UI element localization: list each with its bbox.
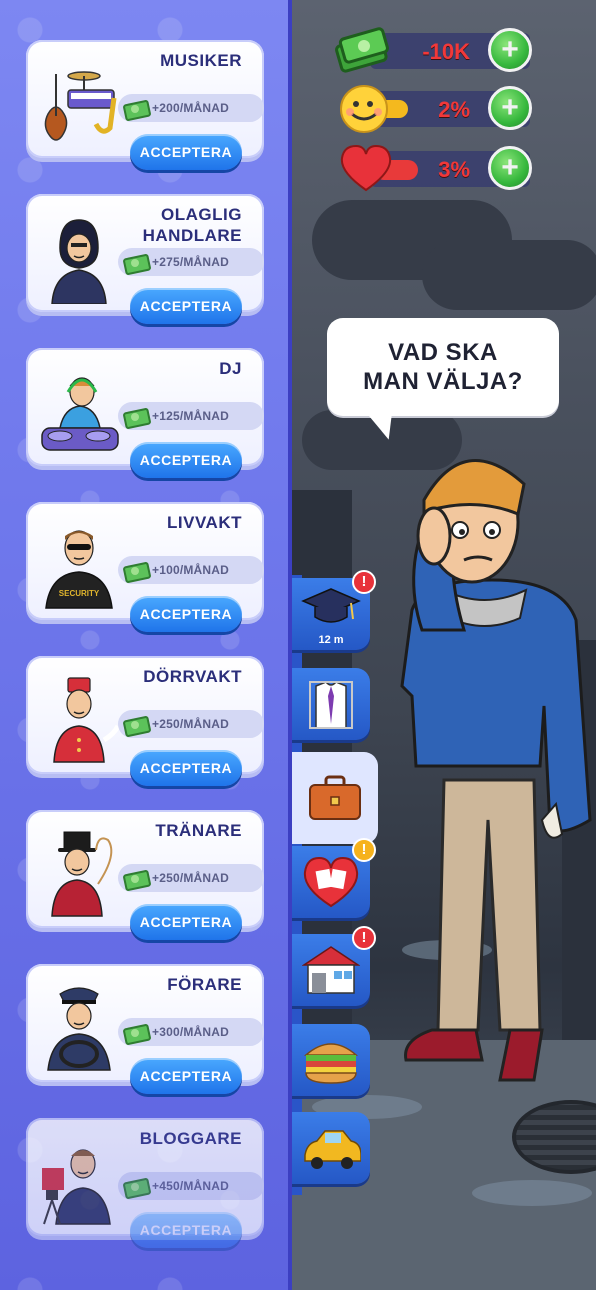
car-icon [304, 1130, 361, 1169]
security-badge-text: SECURITY [59, 589, 100, 598]
job-title: DÖRRVAKT [143, 667, 242, 686]
money-stat-bar: -10K + [370, 28, 532, 72]
tab-education[interactable]: 12 m ! [292, 570, 376, 650]
salary-pill: +450/MÅNAD [118, 1172, 264, 1200]
alert-badge: ! [352, 570, 376, 594]
education-timer: 12 m [318, 634, 344, 646]
alert-badge: ! [352, 838, 376, 862]
job-title: DJ [219, 359, 242, 378]
driver-portrait-icon [47, 987, 111, 1071]
cash-icon [124, 99, 148, 117]
cash-icon [124, 253, 148, 271]
heart-photos-icon [303, 856, 359, 908]
job-title: FÖRARE [167, 975, 242, 994]
bodyguard-portrait-icon: SECURITY [45, 530, 113, 609]
salary-text: +200/MÅNAD [152, 101, 230, 115]
job-list-panel[interactable]: MUSIKER +200/MÅNAD ACCEPTERA OLAGLIG HAN… [0, 0, 292, 1290]
sandwich-icon [304, 1043, 358, 1084]
add-happiness-button[interactable]: + [488, 86, 532, 130]
salary-pill: +250/MÅNAD [118, 710, 264, 738]
tab-relationships[interactable]: ! [292, 838, 376, 918]
job-card-bloggare: BLOGGARE +450/MÅNAD ACCEPTERA [26, 1118, 264, 1248]
shirt-icon [309, 681, 353, 729]
cash-icon [124, 715, 148, 733]
accept-button-dorrvakt[interactable]: ACCEPTERA [130, 750, 242, 786]
salary-text: +450/MÅNAD [152, 1179, 230, 1193]
house-icon [302, 946, 360, 994]
job-card-olaglig-handlare: OLAGLIG HANDLARE +275/MÅNAD ACCEPTERA [26, 194, 264, 324]
job-title: OLAGLIG HANDLARE [142, 205, 242, 245]
health-value: 3% [438, 157, 470, 182]
job-card-livvakt: SECURITY LIVVAKT +100/MÅNAD ACCEPTERA [26, 502, 264, 632]
salary-pill: +275/MÅNAD [118, 248, 264, 276]
speech-line-2: MAN VÄLJA? [363, 368, 523, 395]
accept-button-olaglig-handlare[interactable]: ACCEPTERA [130, 288, 242, 324]
salary-text: +300/MÅNAD [152, 1025, 230, 1039]
tab-work[interactable] [292, 752, 378, 844]
salary-pill: +200/MÅNAD [118, 94, 264, 122]
job-card-dorrvakt: DÖRRVAKT +250/MÅNAD ACCEPTERA [26, 656, 264, 786]
tab-housing[interactable]: ! [292, 926, 376, 1006]
musician-portrait-icon [44, 71, 117, 141]
accept-button-musiker[interactable]: ACCEPTERA [130, 134, 242, 170]
cash-icon [124, 1177, 148, 1195]
cash-icon [124, 407, 148, 425]
salary-text: +250/MÅNAD [152, 717, 230, 731]
cash-icon [124, 869, 148, 887]
job-card-musiker: MUSIKER +200/MÅNAD ACCEPTERA [26, 40, 264, 170]
money-stack-icon [335, 27, 389, 73]
graduation-cap-icon [301, 588, 361, 623]
job-title: MUSIKER [160, 51, 242, 70]
heart-icon [340, 144, 418, 192]
accept-button-tranare[interactable]: ACCEPTERA [130, 904, 242, 940]
cash-icon [124, 1023, 148, 1041]
dj-portrait-icon [41, 377, 119, 451]
accept-button-forare[interactable]: ACCEPTERA [130, 1058, 242, 1094]
salary-pill: +250/MÅNAD [118, 864, 264, 892]
tab-food[interactable] [292, 1024, 370, 1096]
briefcase-icon [309, 775, 361, 820]
speech-line-1: VAD SKA [388, 339, 498, 366]
speech-bubble: VAD SKA MAN VÄLJA? [327, 318, 559, 416]
doorman-portrait-icon [53, 677, 120, 763]
tab-clothing[interactable] [292, 668, 370, 740]
job-card-forare: FÖRARE +300/MÅNAD ACCEPTERA [26, 964, 264, 1094]
smiley-icon [340, 85, 408, 133]
sad-character [400, 459, 592, 1082]
accept-button-dj[interactable]: ACCEPTERA [130, 442, 242, 478]
salary-text: +125/MÅNAD [152, 409, 230, 423]
trainer-portrait-icon [51, 831, 113, 917]
job-title: TRÄNARE [155, 821, 242, 840]
cloud [422, 240, 596, 310]
job-card-tranare: TRÄNARE +250/MÅNAD ACCEPTERA [26, 810, 264, 940]
puddle [472, 1180, 592, 1206]
salary-pill: +125/MÅNAD [118, 402, 264, 430]
add-health-button[interactable]: + [488, 146, 532, 190]
accept-button-livvakt[interactable]: ACCEPTERA [130, 596, 242, 632]
tab-car[interactable] [292, 1112, 370, 1184]
salary-pill: +300/MÅNAD [118, 1018, 264, 1046]
salary-text: +100/MÅNAD [152, 563, 230, 577]
illegal-dealer-portrait-icon [51, 219, 107, 304]
cash-icon [124, 561, 148, 579]
add-money-button[interactable]: + [488, 28, 532, 72]
job-card-dj: DJ +125/MÅNAD ACCEPTERA [26, 348, 264, 478]
money-value: -10K [422, 39, 470, 64]
job-title: LIVVAKT [167, 513, 242, 532]
salary-text: +250/MÅNAD [152, 871, 230, 885]
accept-button-bloggare[interactable]: ACCEPTERA [130, 1212, 242, 1248]
salary-pill: +100/MÅNAD [118, 556, 264, 584]
blogger-portrait-icon [42, 1149, 111, 1225]
salary-text: +275/MÅNAD [152, 255, 230, 269]
job-title: BLOGGARE [139, 1129, 242, 1148]
alert-badge: ! [352, 926, 376, 950]
happiness-value: 2% [438, 97, 470, 122]
